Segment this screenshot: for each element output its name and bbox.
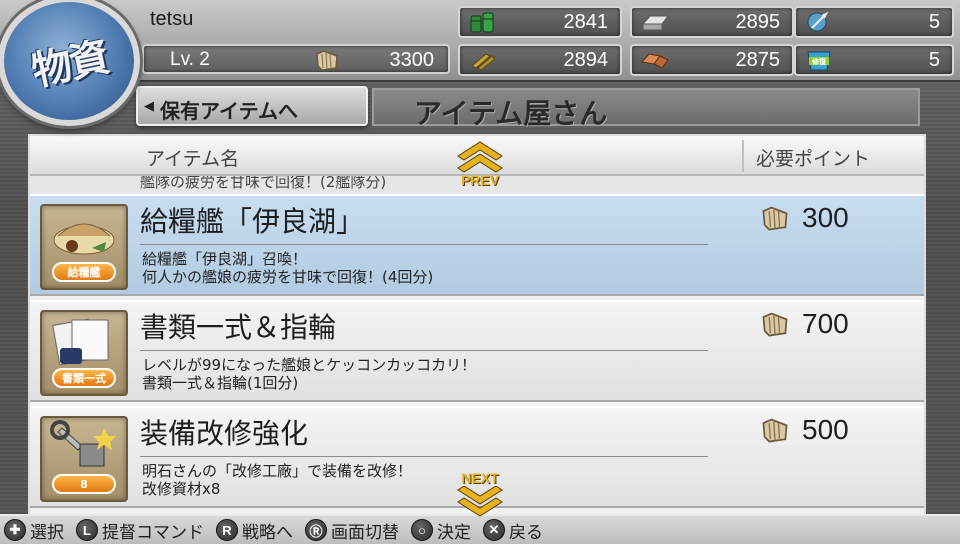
column-header-name: アイテム名 bbox=[146, 148, 240, 170]
resource-dev-material: 5 bbox=[794, 6, 954, 38]
bucket-value: 5 bbox=[928, 49, 940, 71]
help-label: 選択 bbox=[30, 522, 64, 543]
improvement-material-icon bbox=[50, 420, 116, 467]
ammo-value: 2894 bbox=[563, 49, 609, 71]
item-tag: 書類一式 bbox=[52, 368, 116, 388]
chevron-up-icon bbox=[457, 141, 503, 173]
chevron-left-icon: ◀ bbox=[144, 99, 154, 114]
steel-value: 2895 bbox=[735, 11, 781, 33]
help-select: ✚ 選択 bbox=[4, 518, 64, 543]
help-strategy: R 戦略へ bbox=[216, 518, 293, 543]
next-page-button[interactable]: NEXT bbox=[452, 470, 508, 524]
item-tag: 8 bbox=[52, 474, 116, 494]
resource-fuel: 2841 bbox=[458, 6, 622, 38]
help-screen-switch: Ⓡ 画面切替 bbox=[305, 518, 399, 543]
help-label: 戦略へ bbox=[242, 522, 293, 543]
documents-ring-icon bbox=[52, 318, 109, 366]
bucket-label: 修復 bbox=[811, 57, 827, 66]
right-stick-icon: Ⓡ bbox=[305, 519, 327, 541]
item-description-line2: 改修資材x8 bbox=[142, 480, 221, 498]
item-cost: 500 bbox=[802, 414, 849, 445]
development-material-icon bbox=[807, 11, 829, 32]
chevron-down-icon bbox=[457, 486, 503, 517]
help-label: 提督コマンド bbox=[102, 522, 204, 543]
item-divider bbox=[140, 244, 708, 245]
circle-button-icon: ○ bbox=[411, 519, 433, 541]
page-title-bar: アイテム屋さん bbox=[372, 88, 920, 130]
list-item-irako[interactable]: 給糧艦 給糧艦「伊良湖」 給糧艦「伊良湖」召喚！ 何人かの艦娘の疲労を甘味で回復… bbox=[30, 194, 924, 296]
bauxite-icon bbox=[641, 53, 669, 69]
help-admiral-command: L 提督コマンド bbox=[76, 518, 204, 543]
help-label: 画面切替 bbox=[331, 522, 399, 543]
page-title: アイテム屋さん bbox=[414, 97, 608, 130]
back-button-label: 保有アイテムへ bbox=[160, 99, 298, 123]
partial-item-desc: 艦隊の疲労を甘味で回復！(2艦隊分) bbox=[140, 176, 387, 191]
top-header: tetsu Lv. 2 3300 2841 2895 5 2894 2875 修… bbox=[0, 0, 960, 82]
item-coin-icon bbox=[762, 418, 788, 443]
item-coin-icon bbox=[762, 206, 788, 231]
prev-label: PREV bbox=[460, 172, 500, 188]
item-name: 給糧艦「伊良湖」 bbox=[140, 205, 365, 238]
l-button-icon: L bbox=[76, 519, 98, 541]
resource-panel: 2841 2895 5 2894 2875 修復 5 bbox=[458, 4, 958, 78]
item-divider bbox=[140, 456, 708, 457]
item-thumbnail: 8 bbox=[40, 416, 128, 502]
resource-steel: 2895 bbox=[630, 6, 794, 38]
supply-emblem: 物資 bbox=[0, 0, 140, 126]
repair-bucket-icon: 修復 bbox=[807, 51, 831, 71]
ammo-shells-icon bbox=[471, 53, 496, 71]
bauxite-value: 2875 bbox=[735, 49, 781, 71]
item-divider bbox=[140, 350, 708, 351]
item-thumbnail: 給糧艦 bbox=[40, 204, 128, 290]
back-to-owned-items-button[interactable]: ◀ 保有アイテムへ bbox=[136, 86, 368, 126]
dev-material-value: 5 bbox=[928, 11, 940, 33]
item-name: 書類一式＆指輪 bbox=[140, 311, 337, 344]
resource-bucket: 修復 5 bbox=[794, 44, 954, 76]
help-label: 戻る bbox=[509, 522, 543, 543]
item-tag: 給糧艦 bbox=[52, 262, 116, 282]
username: tetsu bbox=[150, 8, 194, 30]
item-description-line2: 何人かの艦娘の疲労を甘味で回復！(4回分) bbox=[142, 268, 434, 286]
column-header-points: 必要ポイント bbox=[756, 148, 871, 170]
item-coin-icon bbox=[762, 312, 788, 337]
fuel-barrels-icon bbox=[470, 12, 494, 33]
resource-ammo: 2894 bbox=[458, 44, 622, 76]
item-thumbnail: 書類一式 bbox=[40, 310, 128, 396]
fuel-value: 2841 bbox=[563, 11, 609, 33]
r-button-icon: R bbox=[216, 519, 238, 541]
item-cost: 700 bbox=[802, 308, 849, 339]
item-description-line2: 書類一式＆指輪(1回分) bbox=[142, 374, 299, 392]
steel-ingot-icon bbox=[641, 15, 669, 31]
irako-sweets-icon bbox=[53, 223, 115, 255]
item-name: 装備改修強化 bbox=[140, 417, 309, 450]
item-points-value: 3300 bbox=[389, 49, 435, 71]
next-label: NEXT bbox=[461, 470, 499, 486]
dpad-icon: ✚ bbox=[4, 519, 26, 541]
list-item-ring[interactable]: 書類一式 書類一式＆指輪 レベルが99になった艦娘とケッコンカッコカリ！ 書類一… bbox=[30, 300, 924, 402]
prev-page-button[interactable]: PREV bbox=[452, 138, 508, 192]
column-divider bbox=[742, 140, 744, 172]
level-box: Lv. 2 3300 bbox=[142, 44, 450, 74]
level-label: Lv. 2 bbox=[170, 49, 210, 70]
item-coin-icon bbox=[316, 50, 338, 71]
item-shop-list: アイテム名 必要ポイント 艦隊の疲労を甘味で回復！(2艦隊分) 給糧艦 給糧艦「… bbox=[28, 134, 926, 522]
item-cost: 300 bbox=[802, 202, 849, 233]
resource-bauxite: 2875 bbox=[630, 44, 794, 76]
